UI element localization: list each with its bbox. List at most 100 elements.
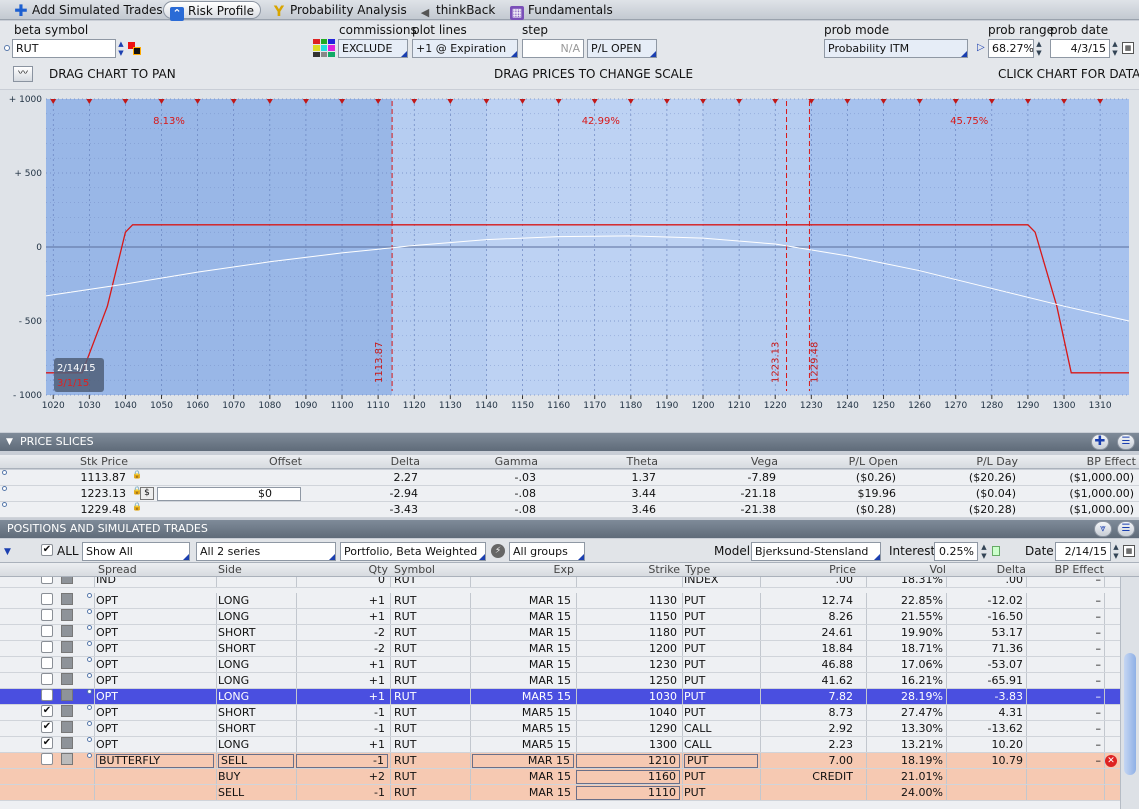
groups-select[interactable]: All groups [509, 542, 585, 561]
position-checkbox[interactable] [41, 625, 53, 637]
menu-icon[interactable]: ☰ [1117, 434, 1135, 450]
series-filter-select[interactable]: All 2 series [196, 542, 336, 561]
price-slices-header[interactable]: ▼ PRICE SLICES ✚ ☰ [0, 433, 1139, 451]
lock-icon[interactable]: 🔒 [132, 502, 142, 512]
lightning-icon[interactable]: ⚡ [491, 544, 505, 558]
pl-mode-select[interactable]: P/L OPEN [587, 39, 657, 58]
plot-lines-select[interactable]: +1 @ Expiration [412, 39, 518, 58]
position-color-swatch[interactable] [61, 721, 73, 733]
position-exp[interactable]: MAR 15 [472, 754, 574, 768]
prob-range-stepper[interactable]: ▲ ▼ [1034, 40, 1044, 58]
fundamentals-tab[interactable]: ▦ Fundamentals [510, 1, 613, 20]
lock-icon[interactable]: 🔒 [132, 486, 142, 496]
position-row[interactable]: ✔ OPT LONG +1 RUT MAR5 15 1300 CALL 2.23 13.21% 10… [0, 737, 1120, 753]
beta-symbol-field[interactable]: RUT [12, 39, 116, 58]
position-color-swatch[interactable] [61, 673, 73, 685]
position-row[interactable]: ✔ OPT LONG +1 RUT MAR5 15 1030 PUT 7.82 28.19% -3.… [0, 689, 1120, 705]
position-color-swatch[interactable] [61, 609, 73, 621]
price-slice-row[interactable]: 1223.13 -2.94 -.08 3.44 -21.18 $19.96 ($0.04) (… [0, 486, 1139, 502]
positions-scrollbar[interactable] [1120, 577, 1139, 809]
calendar-icon[interactable]: ▦ [1123, 545, 1135, 557]
prob-mode-select[interactable]: Probability ITM [824, 39, 968, 58]
position-checkbox[interactable]: ✔ [41, 737, 53, 749]
thinkback-tab[interactable]: ◀ thinkBack [418, 1, 496, 19]
model-select[interactable]: Bjerksund-Stensland [751, 542, 881, 561]
position-type[interactable]: PUT [684, 754, 758, 768]
position-spread[interactable]: BUTTERFLY [96, 754, 214, 768]
symbol-color-icon[interactable] [128, 42, 142, 56]
scrollbar-thumb[interactable] [1124, 653, 1136, 775]
position-checkbox[interactable] [41, 657, 53, 669]
position-color-swatch[interactable] [61, 689, 73, 701]
position-checkbox[interactable] [41, 641, 53, 653]
price-slice-row[interactable]: 1229.48 -3.43 -.08 3.46 -21.38 ($0.28) ($20.28… [0, 502, 1139, 518]
position-row[interactable]: OPT SHORT -2 RUT MAR 15 1180 PUT 24.61 19.90% 53.… [0, 625, 1120, 641]
position-row[interactable]: OPT LONG +1 RUT MAR 15 1250 PUT 41.62 16.21% -65.… [0, 673, 1120, 689]
position-checkbox[interactable] [41, 673, 53, 685]
simulated-trade-row[interactable]: BUY +2 RUT MAR 15 1160 PUT CREDIT 21.01% [0, 769, 1120, 785]
prob-date-field[interactable]: 4/3/15 [1050, 39, 1110, 58]
position-row[interactable]: IND 0 RUT INDEX .00 18.31% .00 – [0, 577, 1120, 588]
position-strike[interactable]: 1160 [576, 770, 680, 784]
position-checkbox[interactable] [41, 609, 53, 621]
position-checkbox[interactable]: ✔ [41, 689, 53, 701]
interest-stepper[interactable]: ▲ ▼ [979, 543, 989, 561]
interest-field[interactable]: 0.25% [934, 542, 978, 561]
color-grid-icon[interactable] [313, 39, 335, 57]
prob-date-stepper[interactable]: ▲ ▼ [1110, 40, 1120, 58]
position-strike[interactable]: 1210 [576, 754, 680, 768]
position-checkbox[interactable]: ✔ [41, 705, 53, 717]
position-row[interactable]: OPT SHORT -2 RUT MAR 15 1200 PUT 18.84 18.71% 71.… [0, 641, 1120, 657]
risk-profile-chart-area[interactable]: 1020 1030 1040 1050 1060 1070 1080 1090 1100 1110… [0, 90, 1139, 432]
chart-settings-icon[interactable]: 〰 [13, 66, 33, 82]
filter-arrow-icon[interactable]: ▼ [4, 547, 11, 557]
date-field[interactable]: 2/14/15 [1055, 542, 1111, 561]
position-color-swatch[interactable] [61, 753, 73, 765]
calendar-icon[interactable]: ▦ [1122, 42, 1134, 54]
offset-field[interactable]: $0 [157, 487, 301, 501]
position-row[interactable]: ✔ OPT SHORT -1 RUT MAR5 15 1040 PUT 8.73 27.47% 4.… [0, 705, 1120, 721]
position-row[interactable]: OPT LONG +1 RUT MAR 15 1230 PUT 46.88 17.06% -53.… [0, 657, 1120, 673]
position-checkbox[interactable] [41, 753, 53, 765]
date-stepper[interactable]: ▲ ▼ [1111, 543, 1121, 561]
position-color-swatch[interactable] [61, 705, 73, 717]
simulated-trade-row[interactable]: SELL -1 RUT MAR 15 1110 PUT 24.00% [0, 785, 1120, 801]
menu-icon[interactable]: ☰ [1117, 521, 1135, 537]
probability-analysis-tab[interactable]: Y Probability Analysis [272, 1, 407, 19]
beta-symbol-dropdown-icon[interactable]: ▲ ▼ [116, 40, 126, 58]
position-color-swatch[interactable] [61, 593, 73, 605]
risk-profile-tab[interactable]: ⌃ Risk Profile [163, 1, 261, 21]
select-all-checkbox[interactable]: ✔ [41, 544, 53, 556]
remove-trade-icon[interactable]: ✕ [1105, 755, 1117, 767]
position-side[interactable]: SELL [218, 754, 294, 768]
lock-icon[interactable] [992, 546, 1000, 556]
add-simulated-trades-tab[interactable]: ✚ Add Simulated Trades [14, 1, 162, 19]
commissions-select[interactable]: EXCLUDE [338, 39, 408, 58]
position-checkbox[interactable]: ✔ [41, 721, 53, 733]
risk-profile-chart[interactable]: 1020 1030 1040 1050 1060 1070 1080 1090 1100 1110… [0, 90, 1139, 432]
show-filter-select[interactable]: Show All [82, 542, 190, 561]
collapse-all-icon[interactable]: ⩔ [1094, 521, 1112, 537]
position-checkbox[interactable] [41, 593, 53, 605]
expand-arrow-icon[interactable]: ▷ [977, 42, 985, 53]
collapse-arrow-icon[interactable]: ▼ [6, 433, 13, 451]
position-color-swatch[interactable] [61, 641, 73, 653]
position-color-swatch[interactable] [61, 737, 73, 749]
portfolio-select[interactable]: Portfolio, Beta Weighted [340, 542, 486, 561]
step-field[interactable]: N/A [522, 39, 584, 58]
lock-icon[interactable]: 🔒 [132, 470, 142, 480]
position-row[interactable]: ✔ OPT SHORT -1 RUT MAR5 15 1290 CALL 2.92 13.30% -… [0, 721, 1120, 737]
position-color-swatch[interactable] [61, 657, 73, 669]
position-strike[interactable]: 1110 [576, 786, 680, 800]
prob-range-field[interactable]: 68.27% [988, 39, 1034, 58]
position-row[interactable]: OPT LONG +1 RUT MAR 15 1150 PUT 8.26 21.55% -16.5… [0, 609, 1120, 625]
simulated-trade-row[interactable]: BUTTERFLY SELL -1 RUT MAR 15 1210 PUT 7.00 18.19… [0, 753, 1120, 769]
add-slice-button[interactable]: ✚ [1091, 434, 1109, 450]
position-color-swatch[interactable] [61, 577, 73, 584]
offset-currency-button[interactable]: $ [140, 487, 154, 500]
position-checkbox[interactable] [41, 577, 53, 584]
position-color-swatch[interactable] [61, 625, 73, 637]
position-qty[interactable]: -1 [296, 754, 388, 768]
position-row[interactable]: OPT LONG +1 RUT MAR 15 1130 PUT 12.74 22.85% -12.… [0, 593, 1120, 609]
positions-header[interactable]: POSITIONS AND SIMULATED TRADES ⩔ ☰ [0, 520, 1139, 538]
